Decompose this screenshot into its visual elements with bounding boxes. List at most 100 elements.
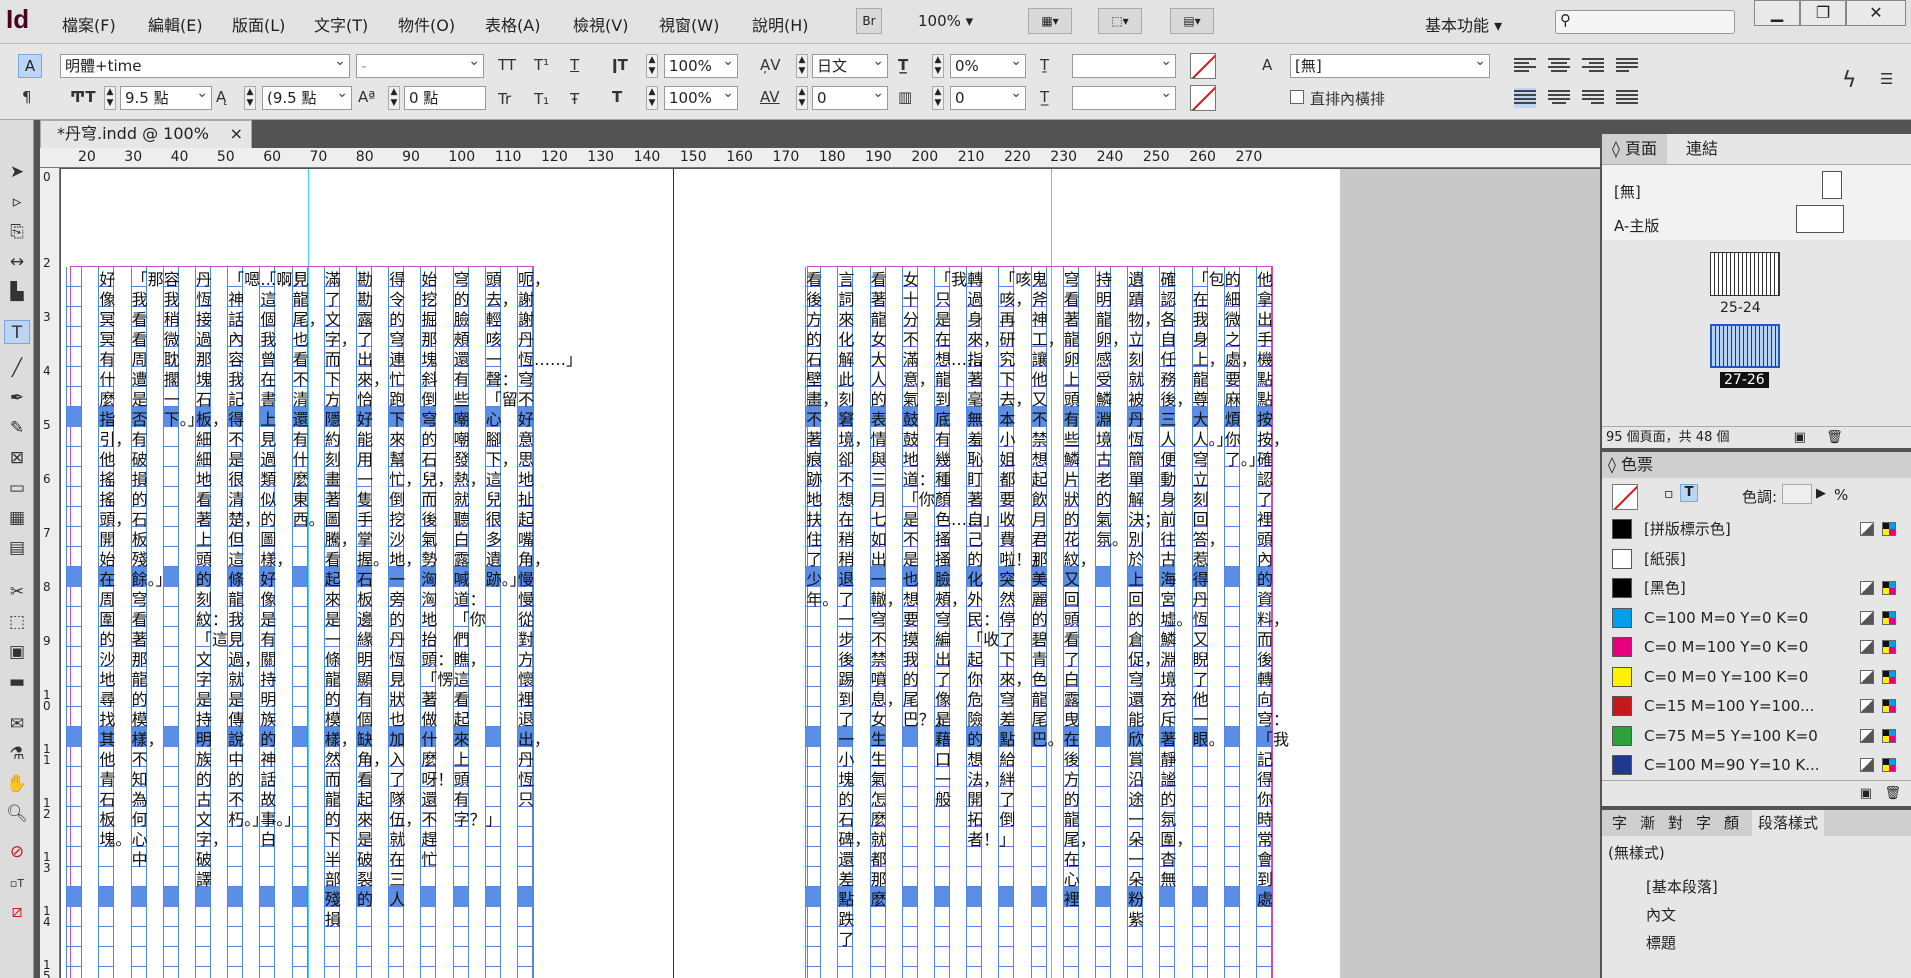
text-grid-column[interactable]: 「包在我身上，龍尊大人。」穹立刻回答，惹得丹恆又睨了他一眼。	[1191, 267, 1233, 978]
tint-slider-icon[interactable]: ▶	[1816, 486, 1826, 501]
paragraph-styles-tab[interactable]: 段落樣式	[1752, 810, 1825, 836]
quick-apply-icon[interactable]: ϟ	[1842, 68, 1857, 93]
skew-char-field[interactable]	[1072, 86, 1176, 110]
all-caps-button[interactable]: TT	[498, 56, 516, 74]
font-family-select[interactable]: 明體+time	[60, 54, 350, 78]
zoom-tool-icon[interactable]: 🔍︎	[4, 802, 30, 826]
subscript-button[interactable]: T₁	[534, 90, 549, 108]
justify-right-icon[interactable]	[1582, 88, 1604, 108]
vertical-ruler[interactable]: 0 2 3 4 5 6 7 8 9 1 0 1 1 1 2 1 3 1 4 1 5	[40, 168, 60, 978]
para-formatting-mode-icon[interactable]: ¶	[22, 88, 32, 106]
text-grid-column[interactable]: 看著龍女大人的表情與三月七如出一轍，穹不禁噴息，女生生氣怎麼就都那麼	[869, 267, 903, 978]
menu-layout[interactable]: 版面(L)	[232, 12, 285, 36]
fill-stroke-icon[interactable]: ⊘	[4, 840, 30, 864]
none-master-thumb[interactable]	[1822, 171, 1842, 199]
gradient-swatch-tool-icon[interactable]: ▣	[4, 640, 30, 664]
delete-page-icon[interactable]: 🗑︎	[1826, 430, 1843, 445]
text-grid-column[interactable]: 遺蹟物，立刻就被丹恆簡單解決；別於上回的倉促，穹還能欣賞沿途一朵一朵粉紫	[1127, 267, 1160, 978]
text-formatting-icon[interactable]: T	[1680, 484, 1698, 502]
type-tool-icon[interactable]: T	[4, 320, 30, 344]
delete-swatch-icon[interactable]: 🗑︎	[1884, 786, 1901, 801]
text-grid-column[interactable]: 穹看著龍卵上頭有些鱗片狀的花紋，又回頭看了白露曳在後方的龍尾，在心裡	[1062, 267, 1096, 978]
kerning-stepper[interactable]: ▲ ▼	[796, 86, 808, 110]
grid-tsume-field[interactable]: 0	[950, 86, 1026, 110]
swatch-row[interactable]: C=15 M=100 Y=100...	[1602, 691, 1911, 721]
text-grid-column[interactable]: 轉過身來，指著毫無羞恥盯著自己的化外民：「收起你危險的想法，開拓者！」	[966, 267, 1015, 978]
text-grid-column[interactable]: 見龍尾，也看不清還有什麼東西。	[291, 267, 325, 978]
text-grid-column[interactable]: 得令的穹連忙跑下來幫忙，倒挖沙地，一旁的丹恆見狀也加入了隊伍，就在三人	[388, 267, 421, 978]
text-grid-column[interactable]: 言詞來化解此刻窘境，卻不想在稍稍退了一步後踢到了一小塊的石碑，還差點跌了	[837, 267, 870, 978]
stroke-none-swatch[interactable]	[1190, 85, 1216, 111]
panel-tab[interactable]: 漸	[1640, 810, 1655, 836]
swatch-row[interactable]: C=100 M=90 Y=10 K...	[1602, 750, 1911, 780]
swatches-tab[interactable]: ◊ 色票	[1602, 452, 1911, 478]
container-icon[interactable]: ▫	[1664, 486, 1674, 502]
vscale-stepper[interactable]: ▲ ▼	[646, 54, 658, 78]
menu-object[interactable]: 物件(O)	[398, 12, 455, 36]
text-grid-column[interactable]: 鬼斧神工，讓他又不禁想起飲月君那美麗的碧青色龍尾巴。	[1030, 267, 1064, 978]
swatch-row[interactable]: [拼版標示色]	[1602, 514, 1911, 544]
pages-tab[interactable]: ◊ 頁面	[1602, 134, 1668, 164]
leading-field[interactable]: (9.5 點	[262, 86, 352, 110]
kerning-field[interactable]: 0	[812, 86, 888, 110]
text-grid-column[interactable]: 丹恆接過那塊石板，細細地看著上頭的刻紋：「這文字是持明族的古文字，破譯	[195, 267, 228, 978]
text-grid-column[interactable]: 呃，謝謝丹恆……」穹不好意思地扯起嘴角，慢慢從對方懷裡退出，丹恆只	[517, 267, 582, 978]
strikethrough-button[interactable]: Ŧ	[570, 90, 579, 108]
hscale-field[interactable]: 100%	[664, 86, 738, 110]
document-canvas[interactable]: 呃，謝謝丹恆……」穹不好意思地扯起嘴角，慢慢從對方懷裡退出，丹恆只頭去，輕咳一聲…	[61, 169, 1600, 978]
menu-view[interactable]: 檢視(V)	[573, 12, 628, 36]
hscale-stepper[interactable]: ▲ ▼	[646, 86, 658, 110]
selection-tool-icon[interactable]: ➤	[4, 160, 30, 184]
spread-thumbnail[interactable]	[1710, 252, 1780, 296]
align-left-icon[interactable]	[1514, 56, 1536, 76]
frame-grid-tool-icon[interactable]: ▦	[4, 506, 30, 530]
swatch-row[interactable]: C=75 M=5 Y=100 K=0	[1602, 721, 1911, 751]
text-grid-column[interactable]: 女十分不滿意，氣鼓鼓地道：「你是不是也想要摸我的尾巴？」	[901, 267, 951, 978]
text-grid-column[interactable]: 「我只是在想……龍到底有幾種顏色……」搔搔臉頰，穹編出了像是藉口一般	[934, 267, 999, 978]
tsume-stepper[interactable]: ▲ ▼	[932, 54, 944, 78]
superscript-button[interactable]: T¹	[534, 56, 549, 74]
rectangle-tool-icon[interactable]: ▭	[4, 476, 30, 500]
small-caps-button[interactable]: Tr	[498, 90, 511, 108]
underline-button[interactable]: T	[570, 56, 579, 74]
text-grid-column[interactable]: 持明龍卵，感受鱗淵境古老的氣氛。	[1095, 267, 1128, 978]
text-grid-column[interactable]: 頭去，輕咳一聲：「留心腳下，這兒很多遺跡。」	[484, 267, 526, 978]
text-grid-column[interactable]: 「咳咳，再研究下去，本小姐都要收費啦！」突然停了下來，穹差點給絆了倒	[998, 267, 1047, 978]
text-grid-column[interactable]: 容我稍微耽擱一下。」	[162, 267, 204, 978]
horizontal-ruler[interactable]: 20 30 40 50 60 70 80 90 100 110 120 130 140 150 160 170…	[40, 148, 1600, 168]
gradient-feather-tool-icon[interactable]: ▬	[4, 670, 30, 694]
content-collector-icon[interactable]: ▙	[4, 280, 30, 304]
panel-menu-icon[interactable]: ☰	[1880, 70, 1893, 88]
baseline-stepper[interactable]: ▲ ▼	[388, 86, 400, 110]
menu-file[interactable]: 檔案(F)	[62, 12, 116, 36]
text-grid-column[interactable]: 「嗯……神話內容我記得不是很清楚，但這條龍我見過，就是傳說中的不朽。」	[227, 267, 292, 978]
vscale-field[interactable]: 100%	[664, 54, 738, 78]
links-tab[interactable]: 連結	[1676, 134, 1728, 164]
para-style-body[interactable]: 內文	[1646, 904, 1676, 925]
a-master-thumb[interactable]	[1796, 205, 1844, 233]
tate-chu-yoko-checkbox[interactable]	[1290, 90, 1304, 104]
text-grid-column[interactable]	[66, 267, 83, 978]
tint-field[interactable]	[1782, 484, 1812, 504]
swatch-row[interactable]: [黑色]	[1602, 573, 1911, 603]
text-grid-column[interactable]: 始挖掘那塊斜倒穹的石兒，而後氣勢洶洶地抬頭：「愣著做什麼呀！還不趕忙	[420, 267, 453, 978]
new-page-icon[interactable]: ▣	[1794, 430, 1806, 445]
baseline-field[interactable]: 0 點	[404, 86, 486, 110]
grid-tsume-stepper[interactable]: ▲ ▼	[932, 86, 944, 110]
font-size-stepper[interactable]: ▲ ▼	[104, 86, 116, 110]
tsume-field[interactable]: 0%	[950, 54, 1026, 78]
text-grid-column[interactable]: 「那我看看周遭是否有破損的石板殘餘。」穹看著那龍的模樣，不知為何心中	[130, 267, 172, 978]
scissors-tool-icon[interactable]: ✂	[4, 580, 30, 604]
view-options-icon[interactable]: ⬚▾	[1098, 8, 1142, 34]
swatch-row[interactable]: C=0 M=0 Y=100 K=0	[1602, 662, 1911, 692]
workspace-switcher[interactable]: 基本功能 ▾	[1425, 12, 1502, 36]
pencil-tool-icon[interactable]: ✎	[4, 416, 30, 440]
text-grid-column[interactable]: 看後方的石壁畫，不著痕跡地扶住了少年。	[805, 267, 838, 978]
horizontal-grid-tool-icon[interactable]: ▤	[4, 536, 30, 560]
eyedropper-tool-icon[interactable]: ⚗	[4, 742, 30, 766]
text-grid-column[interactable]: 勘勘露了出來，恰好能用一隻手掌握。石板邊緣明顯有個缺角，看起來是破裂的	[356, 267, 389, 978]
panel-tab[interactable]: 顏	[1724, 810, 1739, 836]
arrange-documents-icon[interactable]: ▤▾	[1170, 8, 1214, 34]
justify-all-icon[interactable]	[1514, 88, 1536, 108]
menu-type[interactable]: 文字(T)	[314, 12, 368, 36]
